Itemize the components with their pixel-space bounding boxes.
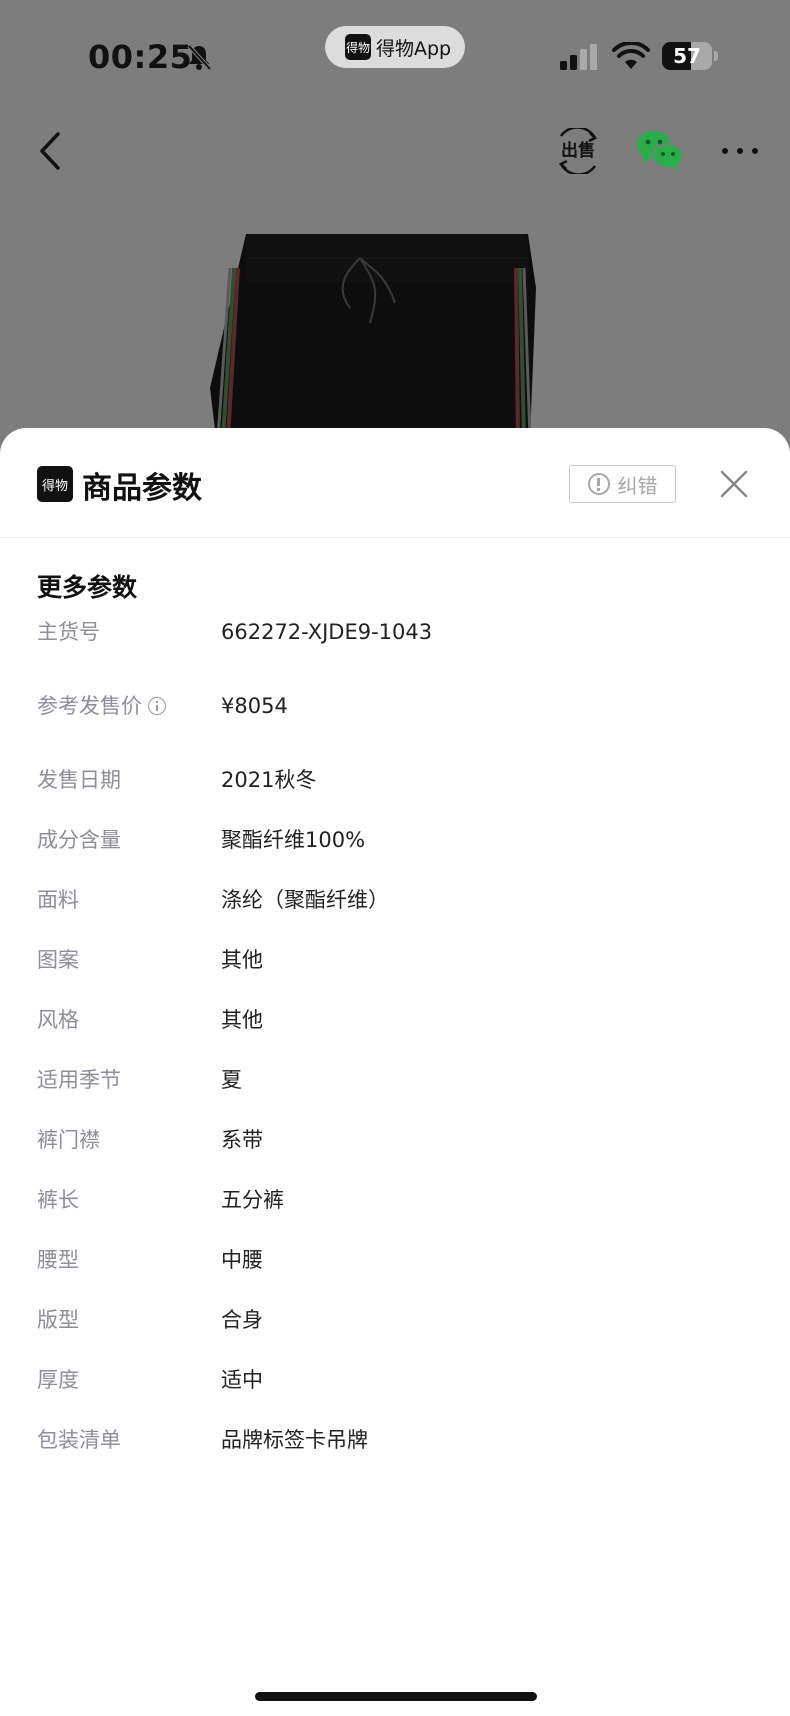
param-value: 聚酯纤维100% bbox=[221, 828, 366, 852]
app-pill[interactable]: 得物 得物App bbox=[325, 26, 465, 68]
report-error-label: 纠错 bbox=[617, 473, 658, 498]
section-title: 更多参数 bbox=[37, 573, 138, 602]
param-row: 腰型 中腰 bbox=[0, 1240, 790, 1280]
more-options-icon[interactable] bbox=[720, 146, 760, 156]
param-label: 版型 bbox=[37, 1300, 79, 1340]
param-label-text: 裤长 bbox=[37, 1188, 79, 1212]
battery-icon: 57 bbox=[662, 42, 718, 70]
param-label: 风格 bbox=[37, 1000, 79, 1040]
param-label-text: 包装清单 bbox=[37, 1428, 121, 1452]
param-label: 面料 bbox=[37, 880, 79, 920]
sell-icon[interactable]: 出售 bbox=[555, 128, 601, 174]
param-value: 品牌标签卡吊牌 bbox=[221, 1428, 368, 1452]
param-label: 适用季节 bbox=[37, 1060, 121, 1100]
param-label: 图案 bbox=[37, 940, 79, 980]
param-label-text: 主货号 bbox=[37, 620, 100, 644]
param-value: 五分裤 bbox=[221, 1188, 284, 1212]
param-label: 腰型 bbox=[37, 1240, 79, 1280]
back-chevron-icon[interactable] bbox=[34, 130, 70, 172]
wifi-icon bbox=[612, 42, 650, 69]
param-label: 包装清单 bbox=[37, 1420, 121, 1460]
sell-label: 出售 bbox=[561, 141, 595, 161]
param-row: 适用季节 夏 bbox=[0, 1060, 790, 1100]
bell-muted-icon bbox=[187, 44, 212, 71]
param-value: 2021秋冬 bbox=[221, 768, 317, 792]
param-value: 夏 bbox=[221, 1068, 242, 1092]
param-row: 裤长 五分裤 bbox=[0, 1180, 790, 1220]
param-label-text: 版型 bbox=[37, 1308, 79, 1332]
cellular-signal-icon bbox=[560, 44, 597, 70]
close-icon[interactable] bbox=[718, 468, 750, 500]
param-label-text: 参考发售价 bbox=[37, 694, 142, 718]
param-label-text: 面料 bbox=[37, 888, 79, 912]
brand-logo: 得物 bbox=[37, 466, 73, 502]
param-value: 其他 bbox=[221, 1008, 263, 1032]
param-label-text: 腰型 bbox=[37, 1248, 79, 1272]
param-value: ¥8054 bbox=[221, 694, 288, 718]
battery-level: 57 bbox=[673, 44, 701, 68]
app-logo: 得物 bbox=[345, 34, 371, 60]
param-value: 适中 bbox=[221, 1368, 263, 1392]
param-row: 参考发售价 ¥8054 bbox=[0, 686, 790, 726]
param-row: 风格 其他 bbox=[0, 1000, 790, 1040]
param-row: 厚度 适中 bbox=[0, 1360, 790, 1400]
param-row: 包装清单 品牌标签卡吊牌 bbox=[0, 1420, 790, 1460]
param-value: 其他 bbox=[221, 948, 263, 972]
param-label-text: 发售日期 bbox=[37, 768, 121, 792]
param-value: 涤纶（聚酯纤维） bbox=[221, 888, 389, 912]
app-pill-label: 得物App bbox=[376, 37, 452, 60]
param-value: 合身 bbox=[221, 1308, 263, 1332]
param-label: 成分含量 bbox=[37, 820, 121, 860]
param-row: 面料 涤纶（聚酯纤维） bbox=[0, 880, 790, 920]
param-label: 发售日期 bbox=[37, 760, 121, 800]
info-icon[interactable] bbox=[148, 697, 166, 715]
param-label-text: 风格 bbox=[37, 1008, 79, 1032]
param-label-text: 厚度 bbox=[37, 1368, 79, 1392]
sheet-title: 商品参数 bbox=[82, 471, 202, 506]
report-error-button[interactable]: 纠错 bbox=[569, 465, 676, 503]
status-bar: 00:25 得物 得物App 57 bbox=[0, 0, 790, 110]
param-row: 成分含量 聚酯纤维100% bbox=[0, 820, 790, 860]
product-image bbox=[210, 234, 536, 438]
param-label-text: 适用季节 bbox=[37, 1068, 121, 1092]
param-label: 厚度 bbox=[37, 1360, 79, 1400]
param-row: 图案 其他 bbox=[0, 940, 790, 980]
param-value: 662272-XJDE9-1043 bbox=[221, 620, 433, 644]
nav-bar: 出售 bbox=[0, 110, 790, 190]
param-label: 裤长 bbox=[37, 1180, 79, 1220]
param-row: 主货号 662272-XJDE9-1043 bbox=[0, 612, 790, 652]
param-label: 主货号 bbox=[37, 612, 100, 652]
sheet-header: 得物 商品参数 纠错 bbox=[0, 428, 790, 538]
param-row: 发售日期 2021秋冬 bbox=[0, 760, 790, 800]
home-indicator[interactable] bbox=[255, 1692, 537, 1701]
param-label: 裤门襟 bbox=[37, 1120, 100, 1160]
wechat-icon[interactable] bbox=[636, 128, 684, 172]
param-label: 参考发售价 bbox=[37, 686, 166, 726]
param-value: 系带 bbox=[221, 1128, 263, 1152]
param-value: 中腰 bbox=[221, 1248, 263, 1272]
alert-circle-icon bbox=[587, 473, 610, 495]
param-label-text: 图案 bbox=[37, 948, 79, 972]
param-label-text: 成分含量 bbox=[37, 828, 121, 852]
param-row: 版型 合身 bbox=[0, 1300, 790, 1340]
param-row: 裤门襟 系带 bbox=[0, 1120, 790, 1160]
params-sheet: 得物 商品参数 纠错 更多参数 主货号 662272-XJDE9-1043 参考发售… bbox=[0, 428, 790, 1716]
param-label-text: 裤门襟 bbox=[37, 1128, 100, 1152]
status-time: 00:25 bbox=[88, 38, 193, 76]
